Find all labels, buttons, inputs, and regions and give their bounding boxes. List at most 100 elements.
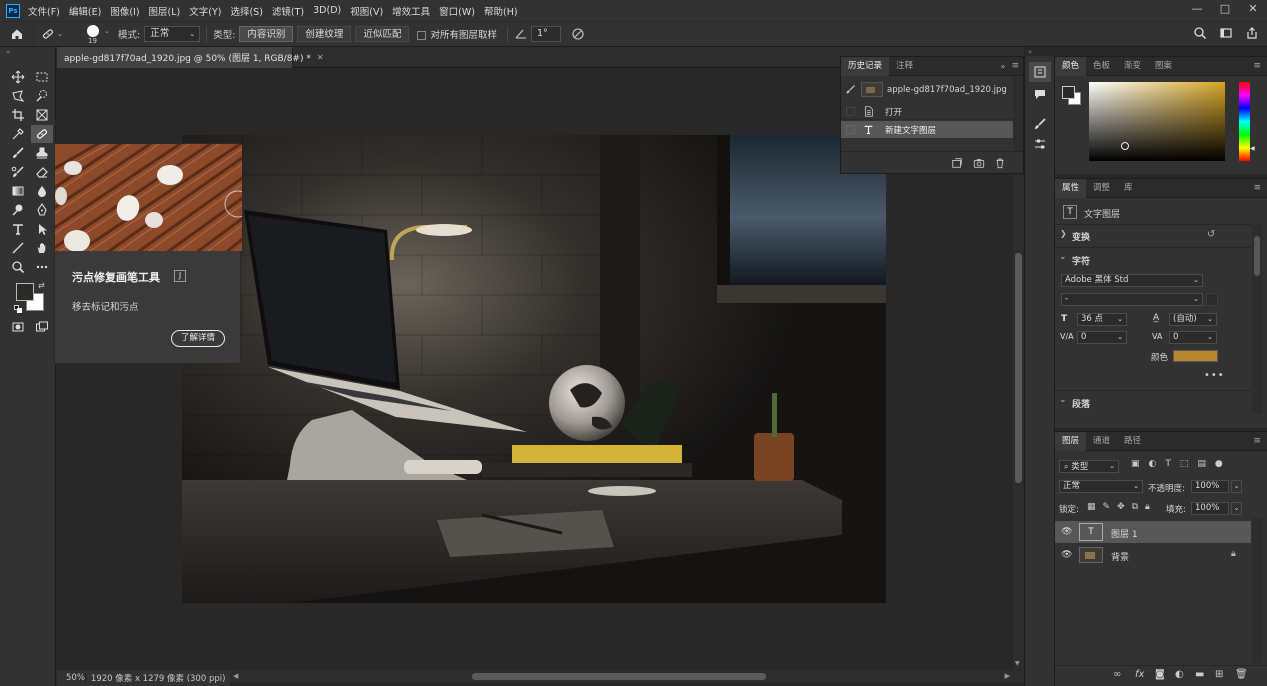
lasso-tool[interactable] bbox=[7, 87, 29, 105]
panel-menu-icon[interactable]: ≡ bbox=[1011, 61, 1019, 71]
crop-tool[interactable] bbox=[7, 106, 29, 124]
home-button[interactable] bbox=[0, 21, 34, 47]
move-tool[interactable] bbox=[7, 68, 29, 86]
screen-mode-button[interactable] bbox=[31, 318, 53, 336]
document-tab[interactable]: apple-gd817f70ad_1920.jpg @ 50% (图层 1, R… bbox=[57, 47, 324, 68]
tab-patterns[interactable]: 图案 bbox=[1148, 57, 1179, 76]
maximize-button[interactable]: □ bbox=[1211, 0, 1239, 21]
font-size-input[interactable]: 36 点 ⌄ bbox=[1077, 313, 1127, 326]
layers-scrollbar[interactable] bbox=[1252, 518, 1262, 663]
path-selection-tool[interactable] bbox=[31, 220, 53, 238]
hand-tool[interactable] bbox=[31, 239, 53, 257]
line-tool[interactable] bbox=[7, 239, 29, 257]
history-brush-source-icon[interactable] bbox=[845, 84, 856, 95]
filter-smart-object-icon[interactable]: ▤ bbox=[1197, 459, 1206, 469]
more-options-icon[interactable]: ••• bbox=[1204, 370, 1225, 381]
search-icon[interactable] bbox=[1193, 26, 1207, 40]
tab-layers[interactable]: 图层 bbox=[1055, 431, 1087, 451]
menu-select[interactable]: 选择(S) bbox=[230, 4, 262, 18]
color-picker-cursor[interactable] bbox=[1121, 142, 1129, 150]
foreground-color-swatch[interactable] bbox=[16, 283, 34, 301]
blend-mode-select[interactable]: 正常 ⌄ bbox=[1059, 480, 1143, 493]
filter-type-icon[interactable]: T bbox=[1165, 459, 1171, 469]
trash-icon[interactable] bbox=[994, 157, 1006, 169]
adjustment-layer-icon[interactable]: ◐ bbox=[1175, 669, 1184, 680]
zoom-level[interactable]: 50% bbox=[57, 673, 86, 683]
more-tools-button[interactable] bbox=[31, 258, 53, 276]
menu-view[interactable]: 视图(V) bbox=[350, 4, 383, 18]
link-layers-icon[interactable]: ∞ bbox=[1113, 669, 1121, 680]
opacity-dropdown[interactable]: ⌄ bbox=[1231, 480, 1242, 493]
minimize-button[interactable]: — bbox=[1183, 0, 1211, 21]
brushes-panel-button[interactable] bbox=[1029, 114, 1051, 134]
menu-window[interactable]: 窗口(W) bbox=[439, 4, 475, 18]
history-state-checkbox[interactable] bbox=[846, 125, 855, 134]
tool-preset-picker[interactable]: ⌄ bbox=[34, 27, 70, 41]
layer-filter-select[interactable]: ⌕ 类型 ⌄ bbox=[1059, 460, 1119, 473]
filter-adjustment-icon[interactable]: ◐ bbox=[1149, 459, 1157, 469]
tab-history[interactable]: 历史记录 bbox=[841, 56, 890, 76]
lock-transparent-icon[interactable]: ▦ bbox=[1087, 502, 1096, 512]
history-item[interactable]: 打开 bbox=[841, 103, 1013, 120]
scroll-right-icon[interactable]: ▶ bbox=[1005, 672, 1010, 680]
collapse-chevron-icon[interactable]: » bbox=[1028, 48, 1032, 56]
camera-icon[interactable] bbox=[973, 157, 985, 169]
lock-position-icon[interactable]: ✥ bbox=[1117, 502, 1125, 512]
dodge-tool[interactable] bbox=[7, 201, 29, 219]
lock-image-icon[interactable]: ✎ bbox=[1103, 502, 1111, 512]
marquee-tool[interactable] bbox=[31, 68, 53, 86]
paragraph-section-header[interactable]: ⌄ 段落 bbox=[1055, 395, 1267, 412]
frame-tool[interactable] bbox=[31, 106, 53, 124]
filter-shape-icon[interactable]: ⬚ bbox=[1180, 459, 1189, 469]
visibility-eye-icon[interactable]: 👁︎ bbox=[1061, 550, 1072, 560]
transform-section-header[interactable]: ❯ 变换 ↺ bbox=[1055, 229, 1267, 245]
layer-name[interactable]: 背景 bbox=[1111, 550, 1129, 563]
tab-gradients[interactable]: 渐变 bbox=[1117, 57, 1148, 76]
collapse-chevron-icon[interactable]: « bbox=[6, 48, 10, 56]
filter-toggle-icon[interactable]: ● bbox=[1215, 459, 1223, 469]
quick-selection-tool[interactable] bbox=[31, 87, 53, 105]
learn-more-button[interactable]: 了解详情 bbox=[171, 330, 225, 347]
character-section-header[interactable]: ⌄ 字符 bbox=[1055, 252, 1267, 269]
history-state-checkbox[interactable] bbox=[846, 107, 855, 116]
panel-menu-icon[interactable]: ≡ bbox=[1253, 61, 1261, 71]
opacity-input[interactable]: 100% bbox=[1191, 480, 1229, 493]
comments-panel-button[interactable] bbox=[1029, 84, 1051, 104]
horizontal-scrollbar[interactable]: ◀ ▶ bbox=[230, 670, 1024, 683]
layer-style-icon[interactable]: fx bbox=[1135, 669, 1144, 680]
document-size-info[interactable]: 1920 像素 x 1279 像素 (300 ppi) bbox=[86, 672, 226, 684]
color-picker-field[interactable] bbox=[1089, 82, 1225, 161]
font-family-select[interactable]: Adobe 黑体 Std ⌄ bbox=[1061, 274, 1203, 287]
menu-type[interactable]: 文字(Y) bbox=[189, 4, 221, 18]
lock-artboard-icon[interactable]: ⧉ bbox=[1132, 502, 1138, 512]
scroll-down-icon[interactable]: ▼ bbox=[1015, 660, 1020, 667]
reset-icon[interactable]: ↺ bbox=[1207, 229, 1215, 240]
history-snapshot[interactable]: apple-gd817f70ad_1920.jpg bbox=[841, 79, 1013, 101]
tab-channels[interactable]: 通道 bbox=[1086, 432, 1117, 451]
tab-paths[interactable]: 路径 bbox=[1117, 432, 1148, 451]
properties-scrollbar[interactable] bbox=[1252, 224, 1262, 414]
font-style-select[interactable]: - ⌄ bbox=[1061, 293, 1203, 306]
clone-stamp-tool[interactable] bbox=[31, 144, 53, 162]
filter-pixel-icon[interactable]: ▣ bbox=[1131, 459, 1140, 469]
menu-image[interactable]: 图像(I) bbox=[110, 4, 139, 18]
tracking-input[interactable]: 0 ⌄ bbox=[1169, 331, 1217, 344]
lock-all-icon[interactable]: 🔒︎ bbox=[1145, 502, 1150, 512]
zoom-tool[interactable] bbox=[7, 258, 29, 276]
blur-tool[interactable] bbox=[31, 182, 53, 200]
kerning-input[interactable]: 0 ⌄ bbox=[1077, 331, 1127, 344]
menu-plugins[interactable]: 增效工具 bbox=[392, 4, 430, 18]
fill-dropdown[interactable]: ⌄ bbox=[1231, 502, 1242, 515]
menu-layer[interactable]: 图层(L) bbox=[149, 4, 181, 18]
horizontal-scroll-thumb[interactable] bbox=[472, 673, 766, 680]
new-document-from-state-icon[interactable] bbox=[951, 157, 963, 169]
menu-help[interactable]: 帮助(H) bbox=[484, 4, 518, 18]
menu-edit[interactable]: 编辑(E) bbox=[69, 4, 101, 18]
default-colors-icon[interactable] bbox=[14, 305, 22, 313]
new-layer-icon[interactable]: ⊞ bbox=[1215, 669, 1223, 680]
hue-slider-handle[interactable]: ◀ bbox=[1250, 145, 1255, 152]
pressure-size-icon[interactable] bbox=[571, 27, 585, 41]
spot-healing-brush-tool[interactable] bbox=[31, 125, 53, 143]
swap-colors-icon[interactable]: ⇄ bbox=[38, 281, 45, 290]
workspace-icon[interactable] bbox=[1219, 26, 1233, 40]
